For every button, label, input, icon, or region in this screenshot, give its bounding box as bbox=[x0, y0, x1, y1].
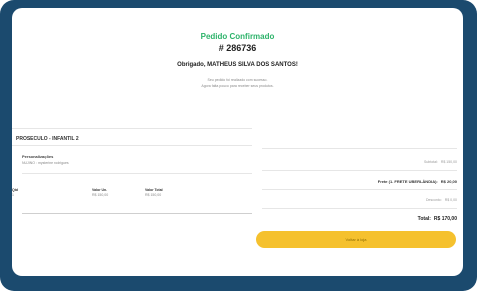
header-divider bbox=[12, 128, 252, 129]
qty-header: Qtd bbox=[12, 188, 19, 192]
subtotal-divider bbox=[262, 170, 457, 171]
total-row: Total: R$ 170,00 bbox=[418, 216, 457, 222]
total-value: R$ 170,00 bbox=[433, 216, 457, 222]
discount-row: Desconto: R$ 0,00 bbox=[426, 198, 457, 202]
shipping-label: Frete (1. FRETE UBERLÂNDIA): bbox=[377, 179, 438, 184]
unit-price-header: Valor Un. bbox=[92, 188, 108, 192]
unit-price-value: R$ 150,00 bbox=[92, 193, 109, 197]
total-label: Total: bbox=[417, 216, 431, 222]
discount-value: R$ 0,00 bbox=[444, 198, 457, 202]
shipping-value: R$ 20,00 bbox=[440, 179, 457, 184]
items-bottom-divider bbox=[22, 213, 252, 214]
page-frame: Pedido Confirmado # 286736 Obrigado, MAT… bbox=[0, 0, 477, 291]
product-title: PROSECULO - INFANTIL 2 bbox=[16, 136, 79, 142]
discount-divider bbox=[262, 208, 457, 209]
qty-value: 1 bbox=[12, 193, 14, 197]
total-price-header: Valor Total bbox=[145, 188, 163, 192]
subtotal-row: Subtotal: R$ 150,00 bbox=[424, 160, 457, 164]
shipping-divider bbox=[262, 189, 457, 190]
discount-label: Desconto: bbox=[425, 198, 442, 202]
confirmation-card: Pedido Confirmado # 286736 Obrigado, MAT… bbox=[12, 8, 463, 276]
personalization-label: Personalizações bbox=[22, 154, 54, 159]
personalization-text: NUJINO : mysterine rodrigues bbox=[22, 161, 69, 165]
product-divider bbox=[12, 145, 252, 146]
summary-top-divider bbox=[262, 148, 457, 149]
back-to-store-button[interactable]: Voltar à loja bbox=[256, 231, 456, 248]
personalization-divider bbox=[22, 173, 252, 174]
subtotal-label: Subtotal: bbox=[424, 160, 438, 164]
subtotal-value: R$ 150,00 bbox=[440, 160, 457, 164]
shipping-row: Frete (1. FRETE UBERLÂNDIA): R$ 20,00 bbox=[378, 179, 457, 184]
total-price-value: R$ 150,00 bbox=[145, 193, 162, 197]
